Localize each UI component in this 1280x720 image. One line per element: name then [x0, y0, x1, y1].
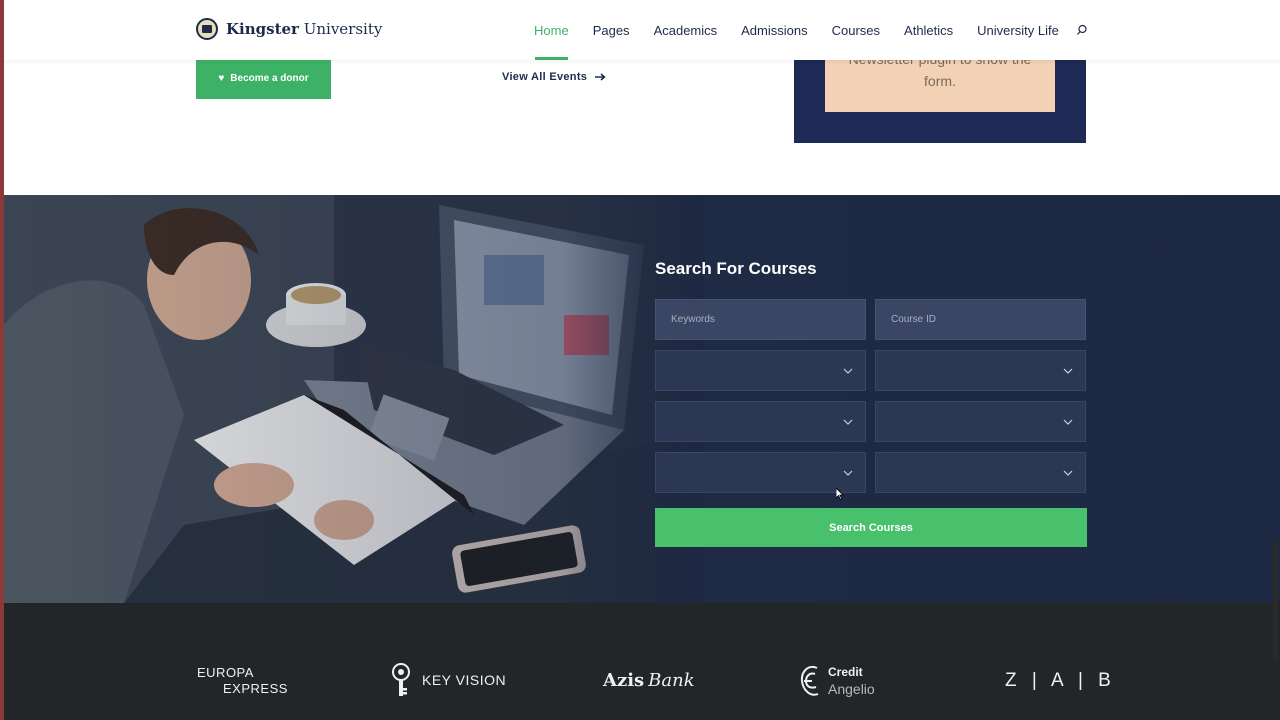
filter-select-4[interactable]	[875, 401, 1086, 442]
heart-icon: ♥	[218, 73, 225, 84]
nav-academics[interactable]: Academics	[642, 0, 730, 60]
chevron-down-icon	[843, 470, 853, 476]
search-courses-title: Search For Courses	[655, 259, 817, 278]
chevron-down-icon	[1063, 419, 1073, 425]
search-icon[interactable]	[1076, 24, 1088, 36]
keywords-field[interactable]	[655, 299, 866, 340]
nav-admissions[interactable]: Admissions	[729, 0, 819, 60]
partner-credit-angelio[interactable]: Credit Angelio	[800, 664, 875, 698]
course-search-section	[4, 195, 1280, 603]
chevron-down-icon	[1063, 368, 1073, 374]
main-nav: Home Pages Academics Admissions Courses …	[522, 0, 1071, 60]
mouse-cursor-icon	[836, 488, 844, 500]
partner-key-vision[interactable]: KEY VISION	[392, 663, 506, 697]
view-events-label: View All Events	[502, 71, 588, 83]
key-icon	[392, 663, 410, 696]
credit-angelio-logo-icon	[800, 666, 819, 696]
filter-select-1[interactable]	[655, 350, 866, 391]
filter-select-3[interactable]	[655, 401, 866, 442]
partner-azis-bank[interactable]: Azis Bank	[603, 670, 695, 691]
partner-europa-express[interactable]: EUROPA EXPRESS	[197, 665, 288, 697]
site-logo[interactable]: Kingster University	[196, 18, 382, 40]
nav-university-life[interactable]: University Life	[965, 0, 1071, 60]
course-id-field[interactable]	[875, 299, 1086, 340]
donor-button-label: Become a donor	[230, 73, 309, 84]
filter-select-6[interactable]	[875, 452, 1086, 493]
site-header: Kingster University Home Pages Academics…	[4, 0, 1280, 60]
student-laptop-photo	[4, 195, 704, 603]
credit-angelio-text: Credit Angelio	[828, 665, 875, 697]
filter-select-5[interactable]	[655, 452, 866, 493]
logo-text: Kingster University	[226, 20, 383, 38]
course-id-input[interactable]	[891, 314, 1085, 325]
arrow-right-icon	[595, 73, 606, 81]
search-courses-button[interactable]: Search Courses	[655, 508, 1087, 547]
chevron-down-icon	[1063, 470, 1073, 476]
window-edge	[0, 0, 4, 720]
keywords-input[interactable]	[671, 314, 865, 325]
nav-home[interactable]: Home	[522, 0, 581, 60]
nav-athletics[interactable]: Athletics	[892, 0, 965, 60]
university-crest-icon	[196, 18, 218, 40]
partners-bar	[4, 603, 1280, 720]
nav-courses[interactable]: Courses	[820, 0, 892, 60]
become-donor-button[interactable]: ♥ Become a donor	[196, 58, 331, 99]
partner-zab[interactable]: Z | A | B	[1005, 670, 1116, 692]
view-all-events-link[interactable]: View All Events	[502, 71, 606, 83]
chevron-down-icon	[843, 419, 853, 425]
chevron-down-icon	[843, 368, 853, 374]
nav-pages[interactable]: Pages	[581, 0, 642, 60]
filter-select-2[interactable]	[875, 350, 1086, 391]
scrollbar[interactable]	[1273, 540, 1278, 662]
